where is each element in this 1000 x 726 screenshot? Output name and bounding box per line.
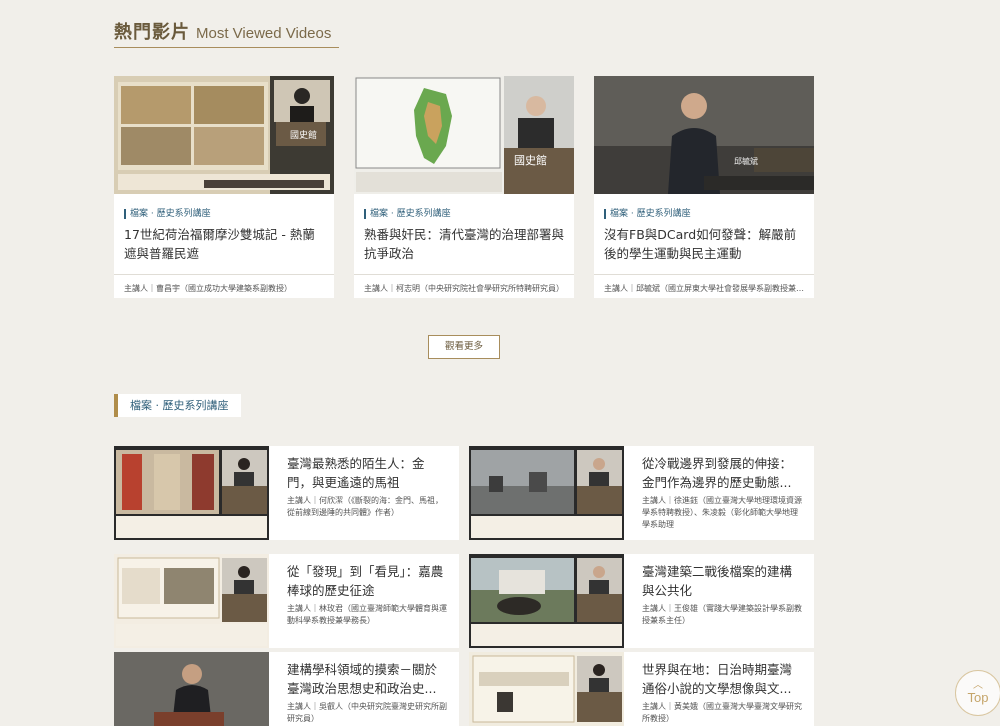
card-category[interactable]: 檔案 · 歷史系列講座: [364, 209, 451, 219]
svg-text:國史館: 國史館: [514, 153, 547, 167]
item-desc: 主講人｜王俊雄（實踐大學建築設計學系副教授兼系主任）: [642, 604, 802, 625]
card-title[interactable]: 17世紀荷治福爾摩沙雙城記 - 熱蘭遮與普羅民遮: [124, 225, 324, 263]
video-thumbnail[interactable]: 國史館: [354, 76, 574, 194]
section-header-most-viewed: 熱門影片 Most Viewed Videos: [114, 18, 339, 48]
item-title[interactable]: 從冷戰邊界到發展的伸接：金門作為邊界的歷史動態...: [642, 454, 804, 492]
card-category[interactable]: 檔案 · 歷史系列講座: [124, 209, 211, 219]
video-thumbnail[interactable]: [114, 554, 269, 648]
card-divider: [594, 274, 814, 275]
card-host: 主講人｜邱毓斌（國立屏東大學社會發展學系副教授兼系...: [604, 284, 809, 293]
video-thumbnail[interactable]: [114, 652, 269, 726]
list-item[interactable]: 從冷戰邊界到發展的伸接：金門作為邊界的歷史動態... 主講人｜徐進鈺（國立臺灣大…: [469, 446, 814, 540]
item-title[interactable]: 世界與在地：日治時期臺灣通俗小說的文學想像與文...: [642, 660, 804, 698]
video-card[interactable]: 國史館 檔案 · 歷史系列講座 17世紀荷治福爾摩沙雙城記 - 熱蘭遮與普羅民遮…: [114, 76, 334, 298]
video-thumbnail[interactable]: [469, 652, 624, 726]
list-item[interactable]: 臺灣建築二戰後檔案的建構與公共化 主講人｜王俊雄（實踐大學建築設計學系副教授兼系…: [469, 554, 814, 648]
video-thumbnail[interactable]: [469, 554, 624, 648]
video-card[interactable]: 邱毓斌 檔案 · 歷史系列講座 沒有FB與DCard如何發聲：解嚴前後的學生運動…: [594, 76, 814, 298]
list-item[interactable]: 從「發現」到「看見」：嘉農棒球的歷史征途 主講人｜林玫君（國立臺灣師範大學體育與…: [114, 554, 459, 648]
item-title[interactable]: 臺灣建築二戰後檔案的建構與公共化: [642, 562, 804, 600]
card-title[interactable]: 熟番與奸民：清代臺灣的治理部署與抗爭政治: [364, 225, 564, 263]
item-desc: 主講人｜何欣潔（《斷裂的海：金門、馬祖，從前線到邊陲的共同體》作者）: [287, 496, 443, 517]
video-card[interactable]: 國史館 檔案 · 歷史系列講座 熟番與奸民：清代臺灣的治理部署與抗爭政治 主講人…: [354, 76, 574, 298]
video-thumbnail[interactable]: [114, 446, 269, 540]
card-title[interactable]: 沒有FB與DCard如何發聲：解嚴前後的學生運動與民主運動: [604, 225, 804, 263]
list-item[interactable]: 世界與在地：日治時期臺灣通俗小說的文學想像與文... 主講人｜黃美娥（國立臺灣大…: [469, 652, 814, 726]
video-thumbnail[interactable]: [469, 446, 624, 540]
back-to-top-button[interactable]: ︿ Top: [955, 670, 1000, 716]
item-title[interactable]: 建構學科領域的摸索－關於臺灣政治思想史和政治史...: [287, 660, 449, 698]
view-more-button[interactable]: 觀看更多: [428, 335, 500, 359]
card-divider: [114, 274, 334, 275]
item-title[interactable]: 臺灣最熟悉的陌生人：金門，與更遙遠的馬祖: [287, 454, 449, 492]
card-category[interactable]: 檔案 · 歷史系列講座: [604, 209, 691, 219]
top-label: Top: [967, 690, 989, 705]
item-desc: 主講人｜吳叡人（中央研究院臺灣史研究所副研究員）: [287, 702, 447, 723]
section-header-lecture-series: 檔案 · 歷史系列講座: [114, 394, 241, 417]
svg-text:國史館: 國史館: [290, 129, 317, 141]
item-desc: 主講人｜林玫君（國立臺灣師範大學體育與運動科學系教授兼學務長）: [287, 604, 447, 625]
section-title-en: Most Viewed Videos: [196, 25, 332, 42]
card-divider: [354, 274, 574, 275]
section-title-zh: 熱門影片: [114, 22, 190, 43]
item-desc: 主講人｜黃美娥（國立臺灣大學臺灣文學研究所教授）: [642, 702, 802, 723]
video-thumbnail[interactable]: 邱毓斌: [594, 76, 814, 194]
list-item[interactable]: 臺灣最熟悉的陌生人：金門，與更遙遠的馬祖 主講人｜何欣潔（《斷裂的海：金門、馬祖…: [114, 446, 459, 540]
list-item[interactable]: 建構學科領域的摸索－關於臺灣政治思想史和政治史... 主講人｜吳叡人（中央研究院…: [114, 652, 459, 726]
svg-text:邱毓斌: 邱毓斌: [734, 156, 758, 166]
item-title[interactable]: 從「發現」到「看見」：嘉農棒球的歷史征途: [287, 562, 449, 600]
item-desc: 主講人｜徐進鈺（國立臺灣大學地理環境資源學系特聘教授）、朱凌毅（彰化師範大學地理…: [642, 496, 802, 529]
video-thumbnail[interactable]: 國史館: [114, 76, 334, 194]
card-host: 主講人｜曹昌宇（國立成功大學建築系副教授）: [124, 284, 292, 293]
card-host: 主講人｜柯志明（中央研究院社會學研究所特聘研究員）: [364, 284, 564, 293]
